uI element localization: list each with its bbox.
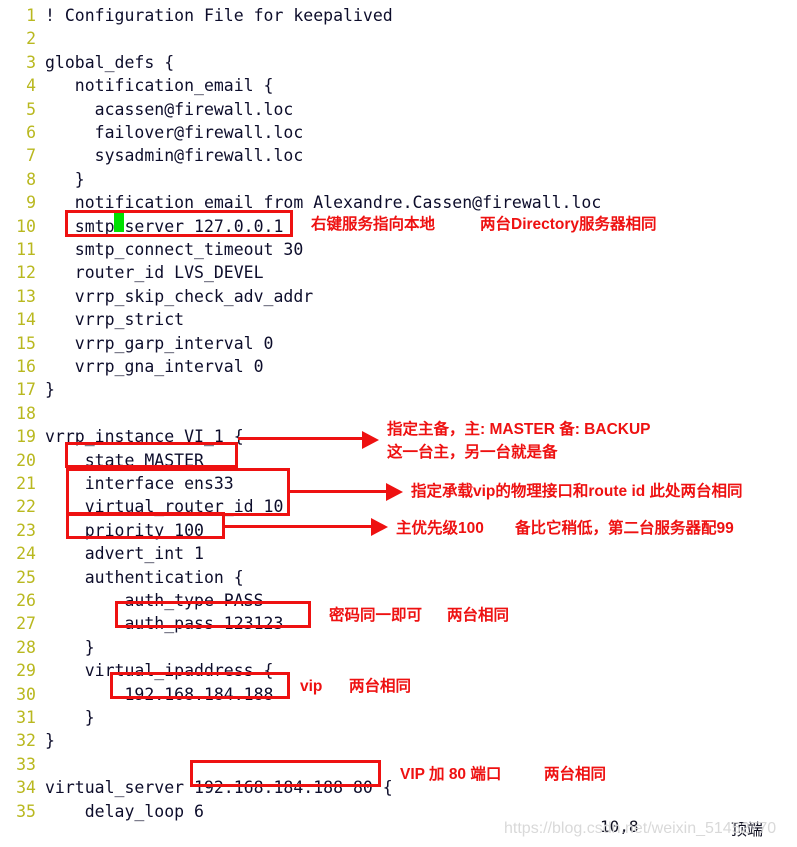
- line-number: 22: [16, 497, 36, 517]
- code-line-text: notification_email {: [45, 76, 274, 96]
- line-number: 13: [16, 286, 36, 306]
- block-cursor: [114, 213, 124, 232]
- code-line-text: }: [45, 380, 55, 400]
- code-line-text: acassen@firewall.loc: [45, 99, 294, 119]
- line-number: 4: [26, 76, 36, 96]
- line-number: 5: [26, 99, 36, 119]
- code-line-text: failover@firewall.loc: [45, 123, 304, 142]
- line-number: 3: [26, 52, 36, 72]
- code-line-text: advert_int 1: [45, 544, 204, 564]
- line-number: 10: [16, 216, 36, 236]
- code-line-text: virtual_server 192.168.184.188 80 {: [45, 778, 393, 798]
- line-number: 19: [16, 427, 36, 447]
- line-number: 14: [16, 310, 36, 330]
- code-line-text: vrrp_gna_interval 0: [45, 357, 264, 376]
- code-line-text: vrrp_skip_check_adv_addr: [45, 286, 314, 306]
- line-number: 12: [16, 263, 36, 283]
- watermark-text: https://blog.csdn.net/weixin_51452770: [504, 820, 777, 837]
- code-line-text: virtual_router_id 10: [45, 497, 284, 517]
- line-number: 30: [16, 684, 36, 704]
- code-line-text: auth_type PASS: [45, 591, 264, 610]
- line-number: 23: [16, 520, 36, 540]
- line-number: 20: [16, 450, 36, 470]
- line-number: 31: [16, 708, 36, 727]
- line-number: 27: [16, 614, 36, 634]
- text-editor-pane[interactable]: 1! Configuration File for keepalived 2 3 gl…: [0, 0, 797, 821]
- line-number: 6: [26, 123, 36, 142]
- line-number: 21: [16, 474, 36, 493]
- line-number: 25: [16, 567, 36, 587]
- line-number: 8: [26, 169, 36, 189]
- code-line-text: priority 100: [45, 520, 204, 540]
- code-line-text: }: [45, 708, 95, 727]
- line-number: 32: [16, 731, 36, 751]
- line-number: 17: [16, 380, 36, 400]
- line-number: 26: [16, 591, 36, 610]
- code-line-text: sysadmin@firewall.loc: [45, 146, 304, 166]
- line-number: 24: [16, 544, 36, 564]
- line-number: 34: [16, 778, 36, 798]
- code-line-text: global_defs {: [45, 52, 175, 72]
- code-line-text: }: [45, 169, 85, 189]
- code-line-text: auth_pass 123123: [45, 614, 284, 634]
- line-number: 18: [16, 403, 36, 423]
- code-line-text: ! Configuration File for keepalived: [45, 6, 393, 25]
- line-number: 15: [16, 333, 36, 353]
- line-number: 16: [16, 357, 36, 376]
- code-line-text: virtual_ipaddress {: [45, 661, 274, 681]
- code-line-text: 192.168.184.188: [45, 684, 274, 704]
- code-line-text: interface ens33: [45, 474, 234, 493]
- code-line-text: vrrp_garp_interval 0: [45, 333, 274, 353]
- line-number: 11: [16, 240, 36, 259]
- line-number: 9: [26, 193, 36, 213]
- code-line-text: smtp_server 127.0.0.1: [45, 216, 284, 236]
- line-number: 33: [16, 754, 36, 774]
- code-line-text: vrrp_instance VI_1 {: [45, 427, 244, 447]
- code-line-text: smtp_connect_timeout 30: [45, 240, 304, 259]
- code-line-text: notification_email_from Alexandre.Cassen…: [45, 193, 602, 213]
- line-number: 7: [26, 146, 36, 166]
- code-line-text: }: [45, 637, 95, 657]
- line-number: 1: [26, 6, 36, 25]
- line-number: 29: [16, 661, 36, 681]
- code-line-text: authentication {: [45, 567, 244, 587]
- code-line-text: }: [45, 731, 55, 751]
- line-number: 2: [26, 29, 36, 49]
- code-line-text: router_id LVS_DEVEL: [45, 263, 264, 283]
- line-number: 28: [16, 637, 36, 657]
- code-line-text: vrrp_strict: [45, 310, 185, 330]
- code-line-text: state MASTER: [45, 450, 204, 470]
